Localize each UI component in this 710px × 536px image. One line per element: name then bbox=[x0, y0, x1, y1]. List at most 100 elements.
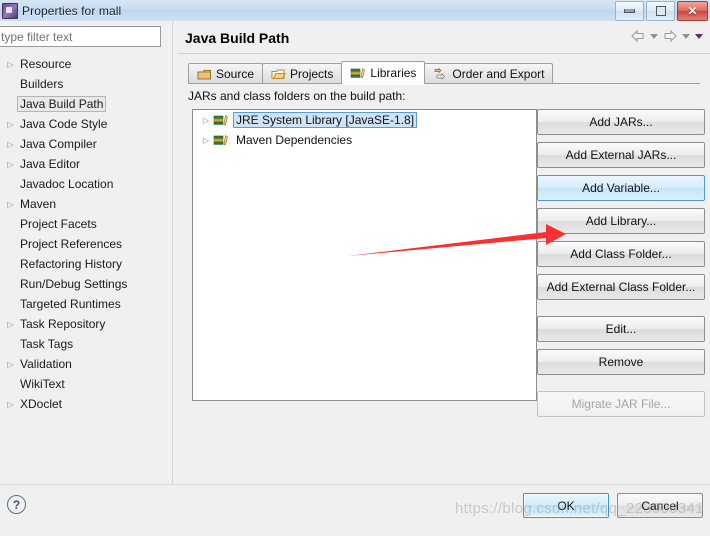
sidebar-item-label: Run/Debug Settings bbox=[20, 277, 128, 291]
expand-chevron-right-icon[interactable]: ▷ bbox=[4, 360, 17, 369]
sidebar-item-xdoclet[interactable]: ▷ XDoclet bbox=[0, 394, 172, 414]
add-variable-button[interactable]: Add Variable... bbox=[537, 175, 705, 201]
sidebar-item-builders[interactable]: ▷Builders bbox=[0, 74, 172, 94]
expand-chevron-right-icon[interactable]: ▷ bbox=[4, 200, 17, 209]
add-class-folder-button[interactable]: Add Class Folder... bbox=[537, 241, 705, 267]
tree-indent-spacer: ▷ bbox=[4, 220, 17, 229]
edit-button[interactable]: Edit... bbox=[537, 316, 705, 342]
sidebar-item-label: Task Tags bbox=[20, 337, 74, 351]
sidebar-item-label: XDoclet bbox=[20, 397, 63, 411]
window-controls: ✕ bbox=[615, 1, 708, 21]
sidebar-item-java-compiler[interactable]: ▷ Java Compiler bbox=[0, 134, 172, 154]
sidebar-item-task-repository[interactable]: ▷ Task Repository bbox=[0, 314, 172, 334]
sidebar-item-label: Javadoc Location bbox=[20, 177, 114, 191]
properties-app-icon bbox=[2, 2, 18, 19]
tab-label: Libraries bbox=[370, 66, 417, 80]
list-item-label: Maven Dependencies bbox=[236, 133, 353, 147]
add-library-button[interactable]: Add Library... bbox=[537, 208, 705, 234]
sidebar-item-java-code-style[interactable]: ▷ Java Code Style bbox=[0, 114, 172, 134]
sidebar-item-refactoring-history[interactable]: ▷Refactoring History bbox=[0, 254, 172, 274]
list-item[interactable]: ▷ Maven Dependencies bbox=[193, 130, 536, 150]
list-item-label: JRE System Library [JavaSE-1.8] bbox=[233, 112, 418, 128]
sidebar-item-java-editor[interactable]: ▷ Java Editor bbox=[0, 154, 172, 174]
view-menu-icon[interactable] bbox=[695, 33, 703, 39]
sidebar-item-label: Project References bbox=[20, 237, 123, 251]
package-icon bbox=[197, 68, 212, 81]
tree-indent-spacer: ▷ bbox=[4, 300, 17, 309]
add-external-jars-button[interactable]: Add External JARs... bbox=[537, 142, 705, 168]
build-path-actions: Add JARs... Add External JARs... Add Varia… bbox=[537, 109, 705, 424]
tab-order-and-export[interactable]: Order and Export bbox=[424, 63, 554, 84]
sidebar-item-label: Targeted Runtimes bbox=[20, 297, 121, 311]
window-title: Properties for mall bbox=[22, 3, 122, 18]
forward-arrow-icon[interactable] bbox=[662, 29, 678, 43]
sidebar-item-javadoc-location[interactable]: ▷Javadoc Location bbox=[0, 174, 172, 194]
expand-chevron-right-icon[interactable]: ▷ bbox=[4, 400, 17, 409]
title-bar: Properties for mall ✕ bbox=[0, 0, 710, 22]
tree-indent-spacer: ▷ bbox=[4, 80, 17, 89]
build-path-entries-list[interactable]: ▷ JRE System Library [JavaSE-1.8] ▷ Maven D… bbox=[192, 109, 537, 401]
sidebar-item-label: Java Build Path bbox=[17, 96, 107, 112]
tab-source[interactable]: Source bbox=[188, 63, 264, 84]
search-input[interactable] bbox=[0, 26, 161, 47]
expand-chevron-right-icon[interactable]: ▷ bbox=[4, 320, 17, 329]
build-path-tabs: Source Projects Libraries Order and Export bbox=[188, 61, 554, 85]
library-books-icon bbox=[213, 113, 229, 127]
sidebar-item-java-build-path[interactable]: ▷Java Build Path bbox=[0, 94, 172, 114]
sidebar-item-project-facets[interactable]: ▷Project Facets bbox=[0, 214, 172, 234]
maximize-button[interactable] bbox=[646, 1, 675, 21]
sidebar-item-validation[interactable]: ▷ Validation bbox=[0, 354, 172, 374]
remove-button[interactable]: Remove bbox=[537, 349, 705, 375]
filter-field-wrapper bbox=[0, 26, 161, 47]
expand-chevron-right-icon[interactable]: ▷ bbox=[4, 120, 17, 129]
build-path-page: Java Build Path Source Projects Libraries O… bbox=[178, 21, 710, 484]
back-history-chevron-down-icon[interactable] bbox=[650, 33, 658, 39]
minimize-icon bbox=[624, 9, 635, 13]
sidebar-item-label: Resource bbox=[20, 57, 72, 71]
expand-chevron-right-icon[interactable]: ▷ bbox=[199, 136, 213, 145]
expand-chevron-right-icon[interactable]: ▷ bbox=[4, 140, 17, 149]
tree-indent-spacer: ▷ bbox=[4, 280, 17, 289]
sidebar-item-targeted-runtimes[interactable]: ▷Targeted Runtimes bbox=[0, 294, 172, 314]
page-title: Java Build Path bbox=[185, 30, 290, 46]
sidebar-item-task-tags[interactable]: ▷Task Tags bbox=[0, 334, 172, 354]
minimize-button[interactable] bbox=[615, 1, 644, 21]
section-label: JARs and class folders on the build path… bbox=[188, 89, 406, 103]
tab-label: Projects bbox=[290, 67, 334, 81]
tree-indent-spacer: ▷ bbox=[4, 180, 17, 189]
sidebar-item-maven[interactable]: ▷ Maven bbox=[0, 194, 172, 214]
list-item[interactable]: ▷ JRE System Library [JavaSE-1.8] bbox=[193, 110, 536, 130]
settings-tree: ▷Resource▷Builders▷Java Build Path▷Java … bbox=[0, 54, 172, 414]
sidebar-item-label: Java Compiler bbox=[20, 137, 97, 151]
tabs-underline bbox=[188, 83, 700, 84]
order-export-icon bbox=[433, 67, 448, 81]
tree-indent-spacer: ▷ bbox=[4, 260, 17, 269]
expand-chevron-right-icon[interactable]: ▷ bbox=[4, 60, 17, 69]
tree-indent-spacer: ▷ bbox=[4, 100, 17, 109]
tab-libraries[interactable]: Libraries bbox=[341, 61, 426, 85]
help-icon[interactable]: ? bbox=[7, 495, 26, 514]
folder-icon bbox=[271, 68, 286, 81]
close-button[interactable]: ✕ bbox=[677, 1, 708, 21]
sidebar-item-label: Java Editor bbox=[20, 157, 81, 171]
expand-chevron-right-icon[interactable]: ▷ bbox=[4, 160, 17, 169]
forward-history-chevron-down-icon[interactable] bbox=[682, 33, 690, 39]
sidebar-item-resource[interactable]: ▷ Resource bbox=[0, 54, 172, 74]
expand-chevron-right-icon[interactable]: ▷ bbox=[199, 116, 213, 125]
library-books-icon bbox=[213, 133, 229, 147]
library-books-icon bbox=[350, 66, 366, 80]
sidebar-item-wikitext[interactable]: ▷WikiText bbox=[0, 374, 172, 394]
sidebar-item-label: Builders bbox=[20, 77, 64, 91]
sidebar-item-label: Project Facets bbox=[20, 217, 97, 231]
sidebar-item-project-references[interactable]: ▷Project References bbox=[0, 234, 172, 254]
migrate-jar-file-button: Migrate JAR File... bbox=[537, 391, 705, 417]
add-jars-button[interactable]: Add JARs... bbox=[537, 109, 705, 135]
active-tab-cover bbox=[342, 83, 425, 85]
sidebar-item-label: Task Repository bbox=[20, 317, 106, 331]
sidebar-item-run-debug-settings[interactable]: ▷Run/Debug Settings bbox=[0, 274, 172, 294]
settings-sidebar: ▷Resource▷Builders▷Java Build Path▷Java … bbox=[0, 21, 172, 484]
tab-projects[interactable]: Projects bbox=[262, 63, 343, 84]
page-nav-bar bbox=[630, 29, 704, 43]
add-external-class-folder-button[interactable]: Add External Class Folder... bbox=[537, 274, 705, 300]
back-arrow-icon[interactable] bbox=[630, 29, 646, 43]
